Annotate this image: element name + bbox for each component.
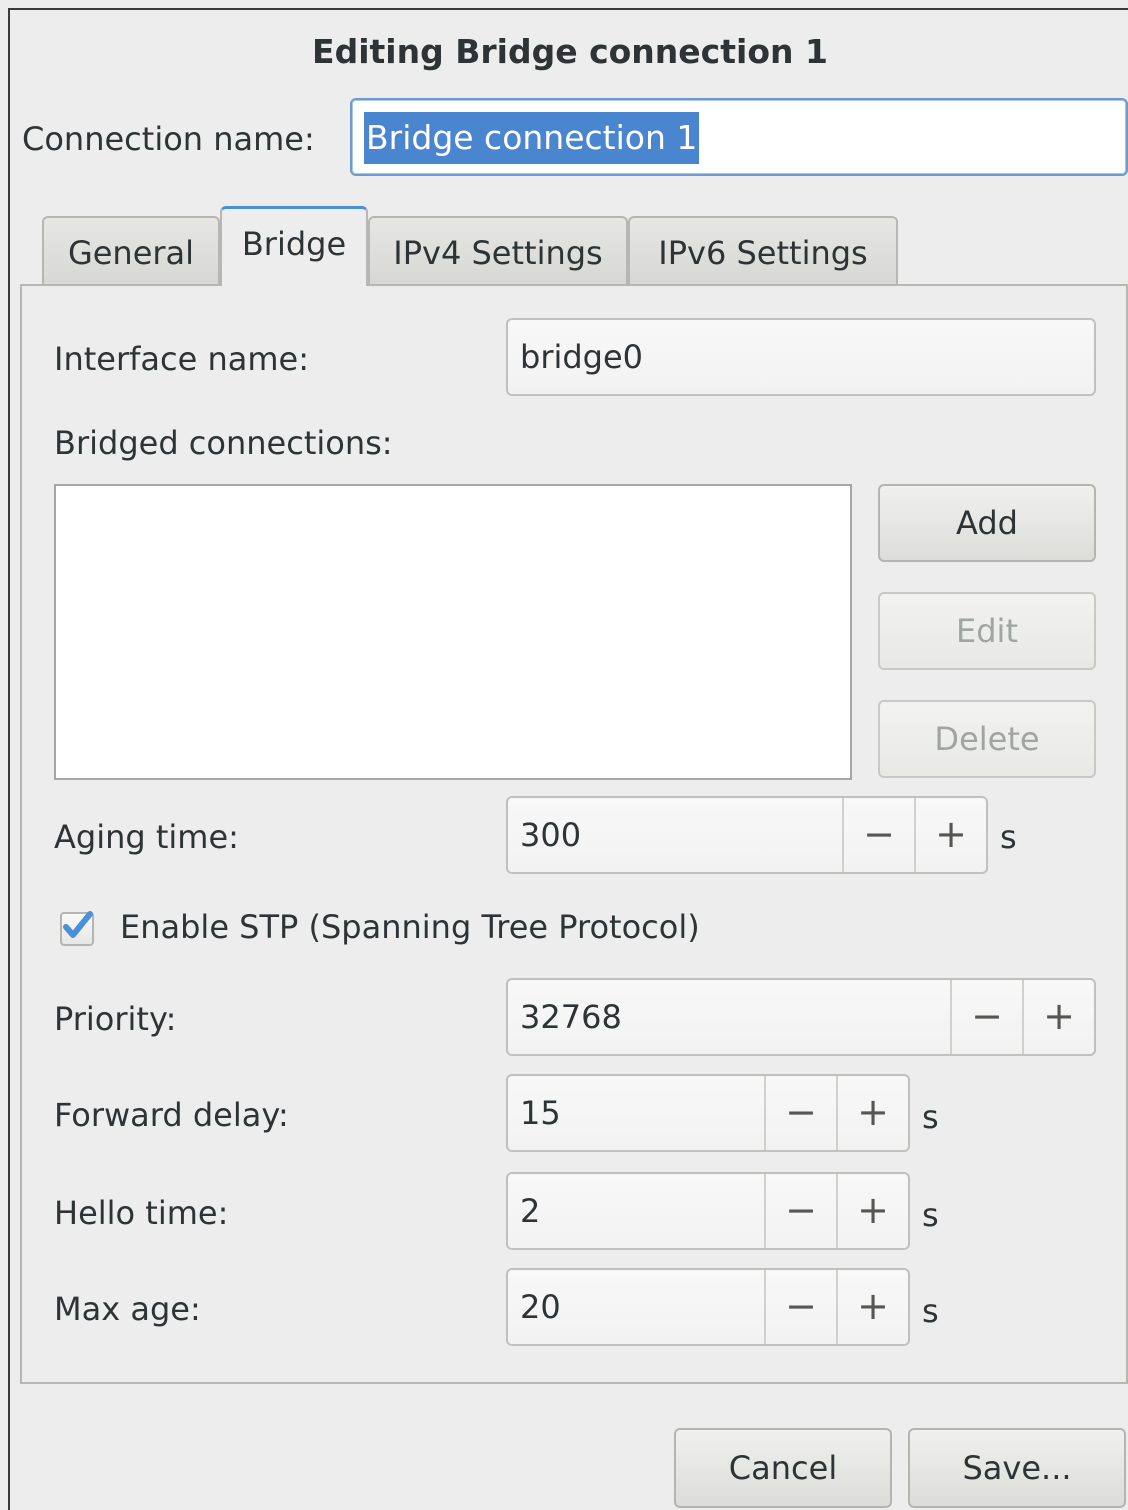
bridged-connections-list[interactable] (54, 484, 852, 780)
add-button[interactable]: Add (878, 484, 1096, 562)
dialog-window: Editing Bridge connection 1 Connection n… (8, 8, 1128, 1510)
delete-button[interactable]: Delete (878, 700, 1096, 778)
forward-delay-spinner[interactable]: 15 − + (506, 1074, 910, 1152)
max-age-decrement-button[interactable]: − (764, 1270, 836, 1344)
tab-ipv6-settings[interactable]: IPv6 Settings (628, 216, 898, 290)
aging-time-increment-button[interactable]: + (914, 798, 986, 872)
max-age-increment-button[interactable]: + (836, 1270, 908, 1344)
stp-checkbox[interactable] (60, 911, 94, 946)
connection-name-value: Bridge connection 1 (364, 112, 700, 164)
connection-name-input[interactable]: Bridge connection 1 (350, 98, 1128, 176)
forward-delay-decrement-button[interactable]: − (764, 1076, 836, 1150)
interface-name-input[interactable]: bridge0 (506, 318, 1096, 396)
interface-name-label: Interface name: (54, 340, 309, 378)
priority-increment-button[interactable]: + (1022, 980, 1094, 1054)
forward-delay-label: Forward delay: (54, 1096, 289, 1134)
edit-button[interactable]: Edit (878, 592, 1096, 670)
tab-bridge[interactable]: Bridge (220, 206, 368, 286)
forward-delay-value: 15 (520, 1094, 561, 1132)
hello-time-value: 2 (520, 1192, 541, 1230)
priority-value: 32768 (520, 998, 622, 1036)
aging-time-unit: s (1000, 818, 1017, 856)
max-age-unit: s (922, 1292, 939, 1330)
max-age-spinner[interactable]: 20 − + (506, 1268, 910, 1346)
stp-label: Enable STP (Spanning Tree Protocol) (120, 908, 700, 946)
save-button[interactable]: Save... (908, 1428, 1126, 1508)
max-age-value: 20 (520, 1288, 561, 1326)
hello-time-spinner[interactable]: 2 − + (506, 1172, 910, 1250)
bridge-tab-panel: Interface name: bridge0 Bridged connecti… (20, 284, 1128, 1384)
aging-time-decrement-button[interactable]: − (842, 798, 914, 872)
forward-delay-increment-button[interactable]: + (836, 1076, 908, 1150)
priority-label: Priority: (54, 1000, 177, 1038)
dialog-title: Editing Bridge connection 1 (312, 32, 828, 71)
check-icon (63, 911, 93, 938)
bridged-connections-label: Bridged connections: (54, 424, 393, 462)
hello-time-label: Hello time: (54, 1194, 229, 1232)
tab-general[interactable]: General (42, 216, 220, 290)
tab-ipv4-settings[interactable]: IPv4 Settings (368, 216, 628, 290)
aging-time-label: Aging time: (54, 818, 239, 856)
forward-delay-unit: s (922, 1098, 939, 1136)
interface-name-value: bridge0 (520, 338, 644, 376)
connection-name-label: Connection name: (22, 120, 315, 158)
hello-time-unit: s (922, 1196, 939, 1234)
hello-time-decrement-button[interactable]: − (764, 1174, 836, 1248)
priority-spinner[interactable]: 32768 − + (506, 978, 1096, 1056)
max-age-label: Max age: (54, 1290, 201, 1328)
aging-time-spinner[interactable]: 300 − + (506, 796, 988, 874)
cancel-button[interactable]: Cancel (674, 1428, 892, 1508)
aging-time-value: 300 (520, 816, 582, 854)
hello-time-increment-button[interactable]: + (836, 1174, 908, 1248)
priority-decrement-button[interactable]: − (950, 980, 1022, 1054)
